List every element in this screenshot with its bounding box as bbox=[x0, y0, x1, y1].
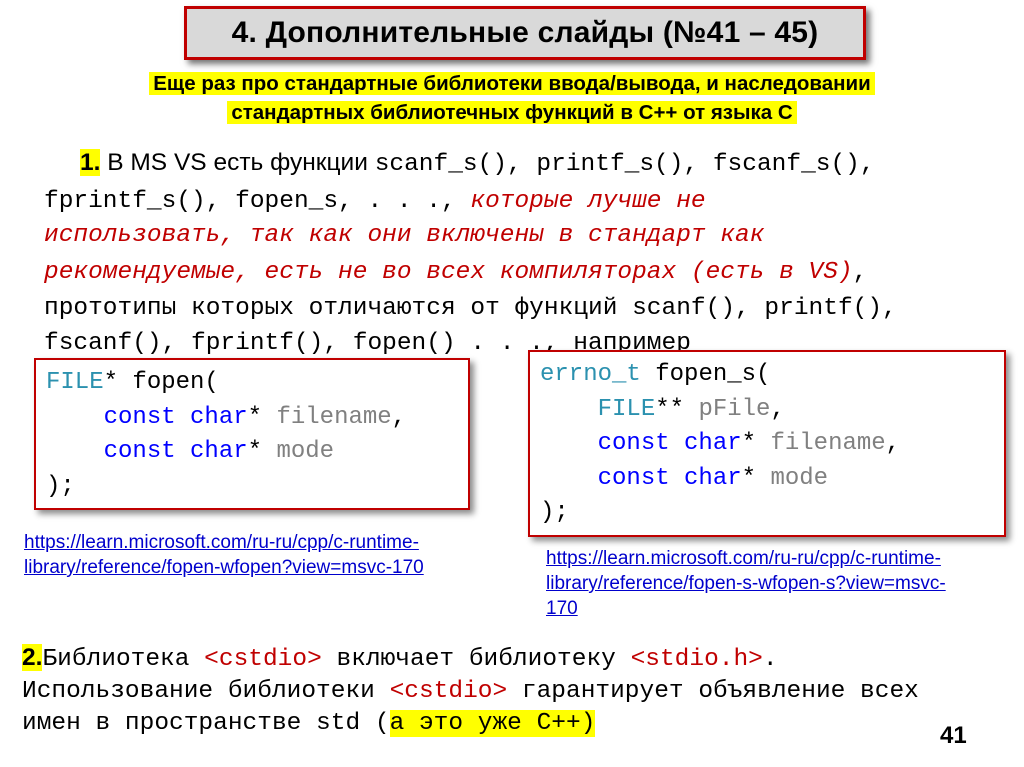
code1-param-mode: mode bbox=[276, 438, 335, 465]
point-1-funcs-c: scanf(), printf(), bbox=[632, 295, 897, 322]
code2-indent-2 bbox=[540, 430, 598, 457]
subtitle-line-2-text: стандартных библиотечных функций в С++ о… bbox=[227, 101, 797, 124]
code1-const-2: const bbox=[103, 438, 176, 465]
point-2-text-6: имен в пространстве std ( bbox=[22, 710, 390, 737]
point-1-note-a: которые лучше не bbox=[455, 187, 706, 215]
point-1-intro: В MS VS есть функции bbox=[100, 149, 375, 176]
point-2-paragraph: 2.Библиотека <cstdio> включает библиотек… bbox=[22, 642, 1012, 740]
code2-type-errno: errno_t bbox=[540, 361, 641, 388]
point-1-number: 1. bbox=[80, 149, 101, 176]
point-2-cstdio: <cstdio> bbox=[204, 646, 322, 673]
fopen-docs-link[interactable]: https://learn.microsoft.com/ru-ru/cpp/c-… bbox=[24, 530, 508, 580]
code1-param-filename: filename bbox=[276, 403, 392, 431]
code2-comma: , bbox=[885, 430, 901, 457]
fopen-s-prototype-box: errno_t fopen_s( FILE** pFile, const cha… bbox=[528, 350, 1006, 537]
point-2-highlight: а это уже С++) bbox=[389, 710, 596, 737]
point-1-funcs-a: scanf_s(), printf_s(), fscanf_s(), bbox=[374, 151, 875, 178]
point-2-text-4: Использование библиотеки bbox=[22, 678, 390, 705]
code2-indent bbox=[540, 396, 598, 423]
code2-close: ); bbox=[540, 499, 569, 526]
code1-star: * bbox=[247, 403, 277, 431]
page-number: 41 bbox=[940, 722, 967, 749]
point-2-cstdio-2: <cstdio> bbox=[389, 678, 508, 705]
point-1-paragraph: 1. В MS VS есть функции scanf_s(), print… bbox=[44, 146, 1004, 361]
point-2-text-5: гарантирует объявление всех bbox=[507, 678, 919, 705]
code2-line-4: const char* mode bbox=[540, 462, 1004, 497]
code2-comma-0: , bbox=[770, 395, 785, 423]
point-2-stdio-h: <stdio.h> bbox=[630, 646, 763, 673]
subtitle-line-2: стандартных библиотечных функций в С++ о… bbox=[0, 99, 1024, 127]
point-2-line-2: Использование библиотеки <cstdio> гарант… bbox=[22, 676, 1012, 708]
code1-indent-2 bbox=[46, 438, 104, 465]
fopen-prototype-box: FILE* fopen( const char* filename, const… bbox=[34, 358, 470, 510]
code2-param-mode: mode bbox=[770, 464, 829, 492]
code2-func: fopen_s( bbox=[640, 361, 771, 388]
code1-char: char bbox=[190, 403, 248, 431]
point-1-text-b: прототипы которых отличаются от функций bbox=[44, 295, 633, 322]
code2-indent-3 bbox=[540, 465, 598, 492]
code1-line-2: const char* filename, bbox=[46, 401, 468, 436]
code1-comma: , bbox=[391, 403, 407, 431]
code2-line-3: const char* filename, bbox=[540, 427, 1004, 462]
code1-indent bbox=[46, 404, 104, 431]
code2-star: * bbox=[741, 430, 771, 457]
point-1-note-c: рекомендуемые, есть не во всех компилято… bbox=[44, 258, 853, 286]
code2-star-2: * bbox=[741, 464, 771, 492]
code2-param-pfile: pFile bbox=[698, 395, 771, 423]
fopen-s-docs-link[interactable]: https://learn.microsoft.com/ru-ru/cpp/c-… bbox=[546, 546, 976, 621]
code1-line-3: const char* mode bbox=[46, 435, 468, 470]
code2-type-file: FILE bbox=[597, 395, 656, 423]
code2-star-star: ** bbox=[655, 395, 699, 423]
point-2-line-3: имен в пространстве std (а это уже С++) bbox=[22, 708, 1012, 740]
point-2-number: 2. bbox=[22, 644, 43, 671]
subtitle-line-1-text: Еще раз про стандартные библиотеки ввода… bbox=[149, 72, 875, 95]
code1-close: ); bbox=[46, 472, 75, 500]
code2-param-filename: filename bbox=[770, 430, 886, 457]
point-2-text-1: Библиотека bbox=[42, 646, 205, 673]
point-1-line-2: fprintf_s(), fopen_s, . . ., которые луч… bbox=[44, 183, 1004, 220]
subtitle-line-1: Еще раз про стандартные библиотеки ввода… bbox=[0, 70, 1024, 98]
point-2-text-2: включает библиотеку bbox=[321, 646, 631, 673]
code1-line-1: FILE* fopen( bbox=[46, 366, 468, 401]
code2-line-1: errno_t fopen_s( bbox=[540, 358, 1004, 393]
point-2-line-1: 2.Библиотека <cstdio> включает библиотек… bbox=[22, 642, 1012, 676]
code2-const: const bbox=[597, 430, 670, 457]
code2-char-2: char bbox=[684, 464, 742, 492]
slide-title: 4. Дополнительные слайды (№41 – 45) bbox=[184, 6, 866, 60]
code1-type-file: FILE bbox=[46, 369, 104, 396]
code2-char: char bbox=[684, 430, 742, 457]
point-1-line-5: прототипы которых отличаются от функций … bbox=[44, 290, 1004, 327]
point-1-funcs-b: fprintf_s(), fopen_s, . . ., bbox=[44, 187, 456, 215]
code1-star-2: * bbox=[247, 438, 277, 465]
code1-func: * fopen( bbox=[103, 369, 219, 396]
code2-const-2: const bbox=[597, 464, 670, 492]
point-1-note-b: использовать, так как они включены в ста… bbox=[44, 222, 765, 249]
code1-char-2: char bbox=[190, 438, 248, 465]
code1-const: const bbox=[103, 403, 176, 431]
point-1-line-1: 1. В MS VS есть функции scanf_s(), print… bbox=[44, 146, 1004, 183]
point-2-text-3: . bbox=[762, 646, 778, 673]
code2-line-2: FILE** pFile, bbox=[540, 393, 1004, 428]
point-1-comma: , bbox=[852, 258, 868, 286]
point-1-line-4: рекомендуемые, есть не во всех компилято… bbox=[44, 254, 1004, 291]
